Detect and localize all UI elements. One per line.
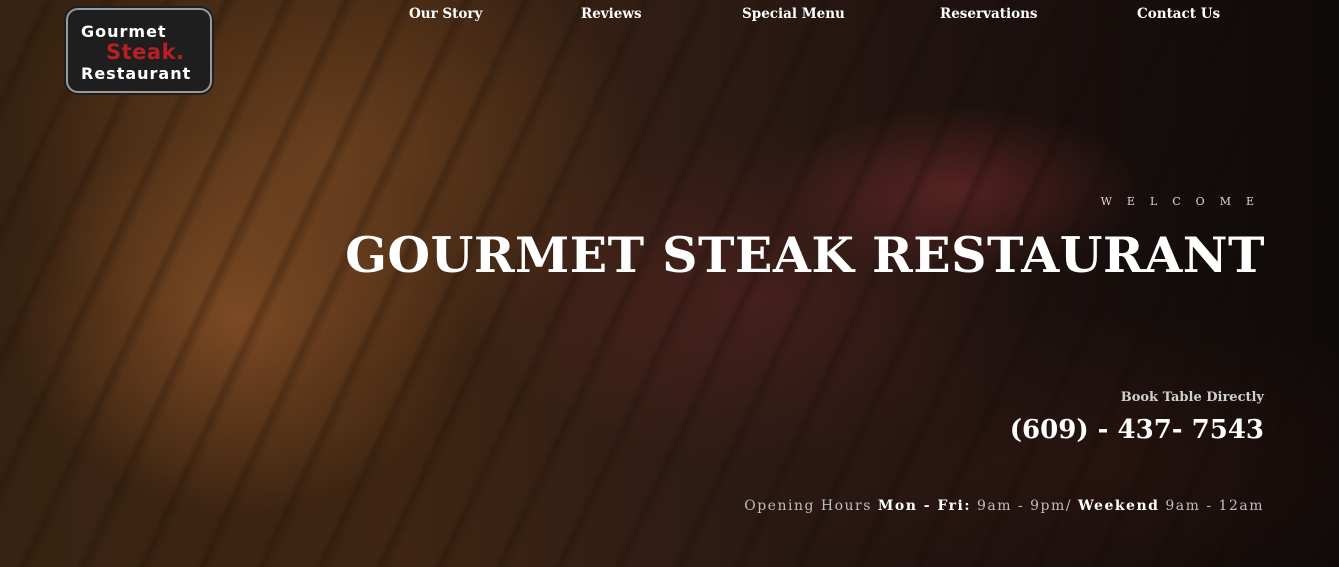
weekdays-label: Mon - Fri: xyxy=(877,498,972,514)
opening-hours: Opening Hours Mon - Fri: 9am - 9pm/ Week… xyxy=(744,498,1264,514)
weekend-label: Weekend xyxy=(1077,498,1160,514)
weekend-time: 9am - 12am xyxy=(1165,498,1264,514)
nav-link-contact-us[interactable]: Contact Us xyxy=(1137,6,1220,22)
nav-link-reservations[interactable]: Reservations xyxy=(940,6,1038,22)
welcome-eyebrow: WELCOME xyxy=(1100,195,1269,208)
nav-link-special-menu[interactable]: Special Menu xyxy=(742,6,845,22)
book-table-label: Book Table Directly xyxy=(1120,390,1264,405)
main-navigation: Our Story Reviews Special Menu Reservati… xyxy=(0,6,1339,26)
nav-link-reviews[interactable]: Reviews xyxy=(581,6,642,22)
weekdays-time: 9am - 9pm/ xyxy=(976,498,1072,514)
hero-title: GOURMET STEAK RESTAURANT xyxy=(345,226,1265,284)
logo-text-restaurant: Restaurant xyxy=(81,64,192,83)
logo-text-steak: Steak. xyxy=(106,40,185,64)
opening-hours-label: Opening Hours xyxy=(744,498,872,514)
phone-number-link[interactable]: (609) - 437- 7543 xyxy=(1010,415,1264,445)
nav-link-our-story[interactable]: Our Story xyxy=(409,6,482,22)
